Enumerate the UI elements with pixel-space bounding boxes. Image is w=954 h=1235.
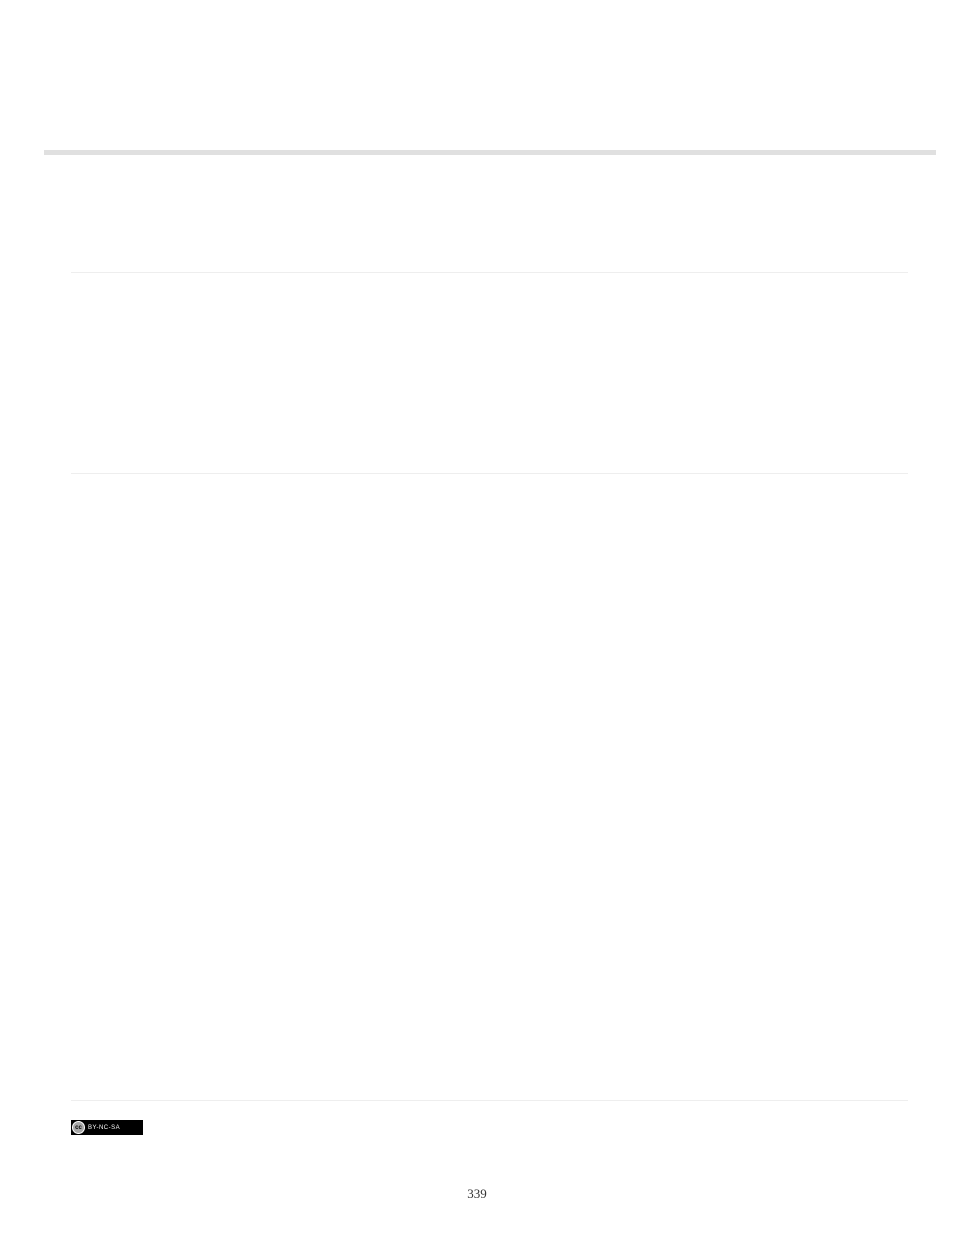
section-divider-2 <box>71 473 908 474</box>
cc-license-text: BY-NC-SA <box>88 1125 120 1131</box>
cc-license-badge: cc BY-NC-SA <box>71 1120 143 1135</box>
top-divider-rule <box>44 150 936 155</box>
section-divider-3 <box>71 1100 908 1101</box>
page-number: 339 <box>0 1186 954 1202</box>
cc-logo-icon: cc <box>72 1121 85 1134</box>
section-divider-1 <box>71 272 908 273</box>
